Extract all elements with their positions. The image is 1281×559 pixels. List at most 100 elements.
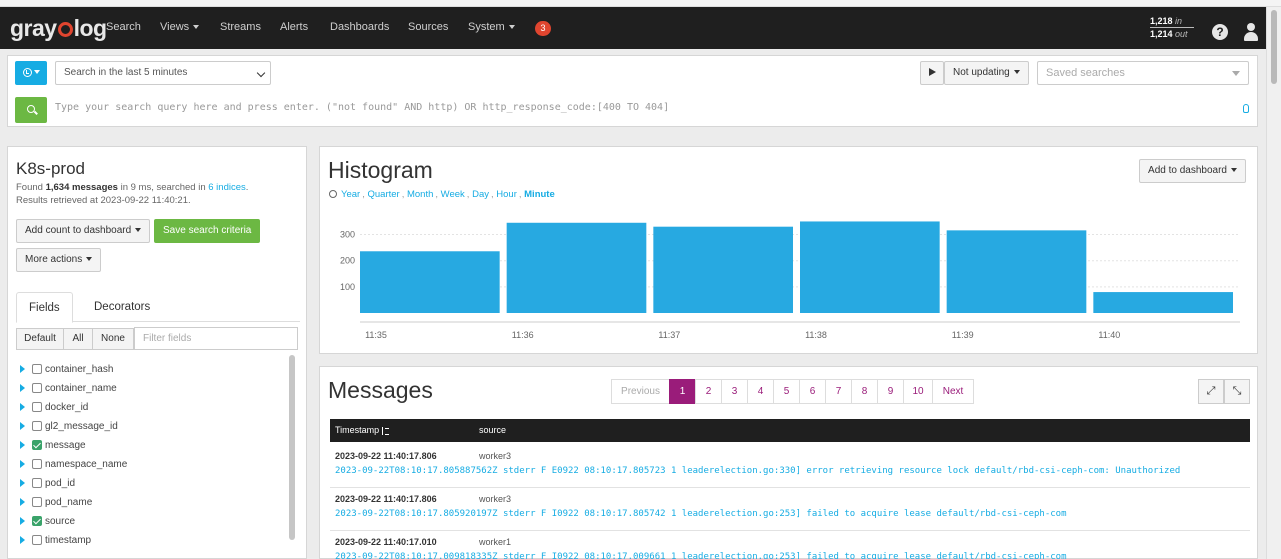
field-row[interactable]: namespace_name [20, 457, 127, 472]
tab-decorators[interactable]: Decorators [82, 292, 162, 323]
resolution-year[interactable]: Year [341, 189, 360, 200]
histogram-bar[interactable] [800, 221, 940, 313]
pagination-next[interactable]: Next [932, 379, 974, 404]
field-row[interactable]: pod_name [20, 495, 92, 510]
resolution-minute[interactable]: Minute [524, 189, 555, 200]
field-checkbox[interactable] [32, 421, 42, 432]
user-icon[interactable] [1243, 23, 1259, 41]
field-checkbox[interactable] [32, 516, 42, 527]
search-query-input[interactable]: Type your search query here and press en… [55, 102, 669, 113]
pagination-page[interactable]: 10 [903, 379, 933, 404]
pagination-page[interactable]: 4 [747, 379, 774, 404]
field-row[interactable]: docker_id [20, 400, 88, 415]
expand-arrow-icon[interactable] [20, 479, 25, 488]
message-text[interactable]: 2023-09-22T08:10:17.805887562Z stderr F … [335, 466, 1245, 476]
field-checkbox[interactable] [32, 459, 42, 470]
sort-icon[interactable] [382, 426, 390, 435]
histogram-bar[interactable] [653, 226, 793, 313]
indices-link[interactable]: 6 indices [208, 182, 246, 193]
more-actions-button[interactable]: More actions [16, 248, 102, 272]
field-checkbox[interactable] [32, 497, 42, 508]
resolution-day[interactable]: Day [472, 189, 489, 200]
field-row[interactable]: source [20, 514, 75, 529]
pagination-page[interactable]: 1 [669, 379, 696, 404]
save-search-criteria-button[interactable]: Save search criteria [154, 219, 261, 243]
histogram-bar[interactable] [360, 251, 500, 313]
column-timestamp[interactable]: Timestamp [335, 419, 390, 442]
field-checkbox[interactable] [32, 364, 42, 375]
time-range-select[interactable]: Search in the last 5 minutes [55, 61, 271, 85]
search-submit-button[interactable] [15, 97, 47, 123]
histogram-bar[interactable] [1093, 292, 1233, 313]
field-filter-all[interactable]: All [63, 328, 93, 350]
page-scrollbar-thumb[interactable] [1271, 10, 1277, 84]
pagination-page[interactable]: 7 [825, 379, 852, 404]
pagination-page[interactable]: 8 [851, 379, 878, 404]
field-list-scrollbar[interactable] [289, 355, 295, 540]
expand-arrow-icon[interactable] [20, 498, 25, 507]
column-source[interactable]: source [479, 419, 506, 442]
field-row[interactable]: container_hash [20, 362, 113, 377]
nav-dashboards[interactable]: Dashboards [330, 21, 389, 33]
resolution-week[interactable]: Week [441, 189, 465, 200]
field-filter-default[interactable]: Default [16, 328, 64, 350]
expand-arrow-icon[interactable] [20, 460, 25, 469]
expand-arrow-icon[interactable] [20, 536, 25, 545]
expand-arrow-icon[interactable] [20, 365, 25, 374]
graylog-logo[interactable]: gray log [10, 15, 107, 42]
add-count-to-dashboard-button[interactable]: Add count to dashboard [16, 219, 151, 243]
field-checkbox[interactable] [32, 440, 42, 451]
expand-all-button[interactable]: ⤢ [1198, 379, 1224, 404]
expand-arrow-icon[interactable] [20, 517, 25, 526]
message-text[interactable]: 2023-09-22T08:10:17.009818335Z stderr F … [335, 552, 1245, 559]
refresh-interval-button[interactable]: Not updating [944, 61, 1029, 85]
pagination-page[interactable]: 3 [721, 379, 748, 404]
field-row[interactable]: pod_id [20, 476, 75, 491]
filter-fields-input[interactable]: Filter fields [134, 327, 298, 350]
pagination-previous[interactable]: Previous [611, 379, 670, 404]
play-button[interactable] [920, 61, 944, 85]
time-range-type-button[interactable] [15, 61, 47, 85]
nav-system[interactable]: System [468, 21, 515, 33]
pagination-page[interactable]: 6 [799, 379, 826, 404]
resolution-quarter[interactable]: Quarter [367, 189, 399, 200]
expand-arrow-icon[interactable] [20, 403, 25, 412]
nav-streams[interactable]: Streams [220, 21, 261, 33]
add-to-dashboard-button[interactable]: Add to dashboard [1139, 159, 1246, 183]
nav-alerts[interactable]: Alerts [280, 21, 308, 33]
nav-views[interactable]: Views [160, 21, 200, 33]
lightbulb-icon[interactable] [1243, 104, 1249, 113]
nav-sources[interactable]: Sources [408, 21, 448, 33]
field-checkbox[interactable] [32, 383, 42, 394]
resolution-month[interactable]: Month [407, 189, 433, 200]
field-checkbox[interactable] [32, 478, 42, 489]
table-row[interactable]: 2023-09-22 11:40:17.010 worker1 2023-09-22… [330, 530, 1250, 559]
expand-arrow-icon[interactable] [20, 422, 25, 431]
histogram-bar[interactable] [506, 222, 647, 313]
collapse-all-button[interactable]: ⤡ [1224, 379, 1250, 404]
pagination-page[interactable]: 9 [877, 379, 904, 404]
field-checkbox[interactable] [32, 535, 42, 546]
question-circle-icon[interactable]: ? [1212, 24, 1228, 40]
saved-searches-select[interactable]: Saved searches [1037, 61, 1249, 85]
field-row[interactable]: message [20, 438, 86, 453]
page-scrollbar[interactable] [1266, 7, 1281, 559]
field-row[interactable]: container_name [20, 381, 117, 396]
pagination-page[interactable]: 2 [695, 379, 722, 404]
table-row[interactable]: 2023-09-22 11:40:17.806 worker3 2023-09-22… [330, 487, 1250, 531]
field-checkbox[interactable] [32, 402, 42, 413]
message-text[interactable]: 2023-09-22T08:10:17.805920197Z stderr F … [335, 509, 1245, 519]
nav-search[interactable]: Search [106, 21, 141, 33]
expand-arrow-icon[interactable] [20, 384, 25, 393]
resolution-hour[interactable]: Hour [496, 189, 517, 200]
pagination-page[interactable]: 5 [773, 379, 800, 404]
table-row[interactable]: 2023-09-22 11:40:17.806 worker3 2023-09-22… [330, 444, 1250, 488]
expand-arrow-icon[interactable] [20, 441, 25, 450]
notification-badge[interactable]: 3 [535, 21, 551, 36]
field-row[interactable]: gl2_message_id [20, 419, 118, 434]
field-filter-none[interactable]: None [92, 328, 134, 350]
histogram-bar[interactable] [946, 230, 1087, 313]
tab-fields[interactable]: Fields [16, 292, 73, 323]
throughput-indicator[interactable]: 1,218 in 1,214 out [1150, 15, 1194, 40]
field-row[interactable]: timestamp [20, 533, 91, 548]
